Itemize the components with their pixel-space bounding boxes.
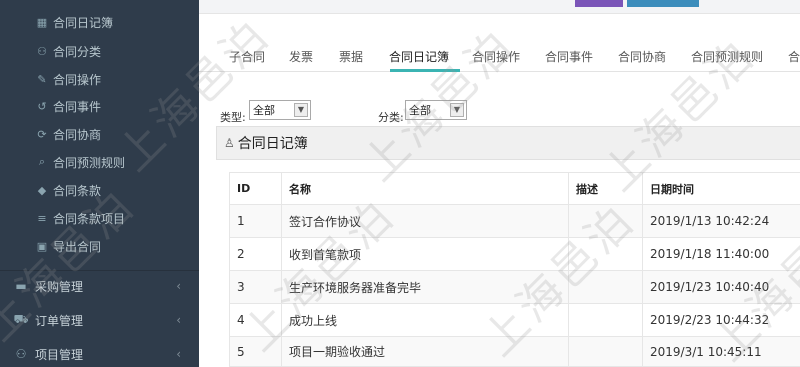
tab-contract-event[interactable]: 合同事件 [545,48,593,65]
sidebar-item-label: 合同操作 [53,72,102,87]
table-row[interactable]: 5 项目一期验收通过 2019/3/1 10:45:11 [229,337,800,367]
toolbar-button-blue[interactable] [627,0,699,7]
sidebar-item-contract-forecast-rules[interactable]: ⌕ 合同预测规则 [0,149,199,175]
cell-name: 成功上线 [281,304,568,336]
undo-icon: ↺ [37,99,47,113]
panel-title: 合同日记簿 [237,136,308,152]
sidebar: ▦ 合同日记簿 ⚇ 合同分类 ✎ 合同操作 ↺ 合同事件 ⟳ 合同协商 ⌕ 合同… [0,0,199,367]
column-header-name[interactable]: 名称 [281,173,568,204]
cell-name: 签订合作协议 [281,205,568,237]
tab-contract-negotiation[interactable]: 合同协商 [618,48,666,65]
column-header-datetime[interactable]: 日期时间 [642,173,800,204]
sidebar-item-label: 采购管理 [35,279,84,294]
cell-datetime: 2019/1/23 10:40:40 [642,271,800,303]
sidebar-item-contract-term-items[interactable]: ≡ 合同条款项目 [0,205,199,231]
table-header-row: ID 名称 描述 日期时间 [229,172,800,205]
sidebar-item-label: 合同条款项目 [53,211,126,226]
category-filter-label: 分类: [378,111,404,124]
cell-id: 1 [229,205,281,237]
tab-contract-forecast-rules[interactable]: 合同预测规则 [691,48,763,65]
tags-icon: ◆ [37,183,47,197]
cell-id: 2 [229,238,281,270]
cell-description [568,271,642,303]
top-toolbar [199,0,800,14]
cell-name: 收到首笔款项 [281,238,568,270]
sidebar-item-contract-negotiation[interactable]: ⟳ 合同协商 [0,121,199,147]
column-header-id[interactable]: ID [229,173,281,204]
cell-id: 3 [229,271,281,303]
sidebar-item-label: 项目管理 [35,347,84,362]
cell-description [568,304,642,336]
table-row[interactable]: 3 生产环境服务器准备完毕 2019/1/23 10:40:40 [229,271,800,304]
type-filter-value: 全部 [253,104,275,117]
sidebar-item-label: 导出合同 [53,239,102,254]
tab-contract-journal[interactable]: 合同日记簿 [389,48,449,65]
sidebar-item-label: 合同分类 [53,44,102,59]
cell-description [568,238,642,270]
cell-datetime: 2019/3/1 10:45:11 [642,337,800,366]
main-content: 子合同 发票 票据 合同日记簿 合同操作 合同事件 合同协商 合同预测规则 合 … [199,0,800,367]
tab-bar: 子合同 发票 票据 合同日记簿 合同操作 合同事件 合同协商 合同预测规则 合 [199,40,800,72]
tab-bill[interactable]: 票据 [339,48,363,65]
wrench-icon: ✎ [37,72,47,86]
list-icon: ≡ [37,211,47,225]
tab-contract-more[interactable]: 合 [788,48,800,65]
sidebar-item-contract-terms[interactable]: ◆ 合同条款 [0,177,199,203]
active-tab-indicator [390,69,460,72]
column-header-description[interactable]: 描述 [568,173,642,204]
cell-description [568,337,642,366]
export-icon: ▣ [36,239,48,253]
cell-name: 项目一期验收通过 [281,337,568,366]
cell-id: 5 [229,337,281,366]
tab-contract-operation[interactable]: 合同操作 [472,48,520,65]
sitemap-icon: ⚇ [37,44,47,58]
type-filter-label: 类型: [220,111,246,124]
chevron-left-icon: ‹ [176,279,181,293]
refresh-icon: ⟳ [37,127,47,141]
table-row[interactable]: 2 收到首笔款项 2019/1/18 11:40:00 [229,238,800,271]
chevron-left-icon: ‹ [176,347,181,361]
cell-datetime: 2019/1/18 11:40:00 [642,238,800,270]
sidebar-item-procurement[interactable]: ▬ 采购管理 ‹ [0,269,199,303]
sidebar-item-label: 合同协商 [53,127,102,142]
cell-name: 生产环境服务器准备完毕 [281,271,568,303]
sidebar-item-contract-operation[interactable]: ✎ 合同操作 [0,66,199,92]
search-icon: ⌕ [38,155,46,168]
panel-header: ♙ 合同日记簿 [216,126,800,160]
sidebar-item-projects[interactable]: ⚇ 项目管理 ‹ [0,337,199,367]
filter-bar: 类型: 全部 ▼ 分类: 全部 ▼ [199,100,800,124]
cell-datetime: 2019/1/13 10:42:24 [642,205,800,237]
sidebar-item-orders[interactable]: ⛟ 订单管理 ‹ [0,303,199,337]
sidebar-item-label: 订单管理 [35,313,84,328]
category-filter-value: 全部 [409,104,431,117]
sidebar-item-export-contracts[interactable]: ▣ 导出合同 [0,233,199,259]
tab-invoice[interactable]: 发票 [289,48,313,65]
table-row[interactable]: 1 签订合作协议 2019/1/13 10:42:24 [229,205,800,238]
sitemap-icon: ⚇ [15,347,27,361]
chevron-down-icon: ▼ [450,103,464,117]
sidebar-item-label: 合同条款 [53,183,102,198]
archive-icon: ▬ [15,279,27,293]
sidebar-item-label: 合同日记簿 [53,15,114,30]
category-filter-select[interactable]: 全部 ▼ [405,100,467,120]
toolbar-button-purple[interactable] [575,0,623,7]
type-filter-select[interactable]: 全部 ▼ [249,100,311,120]
sidebar-item-contract-journal[interactable]: ▦ 合同日记簿 [0,9,199,35]
chevron-left-icon: ‹ [176,313,181,327]
sidebar-item-contract-category[interactable]: ⚇ 合同分类 [0,38,199,64]
sidebar-item-contract-event[interactable]: ↺ 合同事件 [0,93,199,119]
user-icon: ♙ [224,136,235,150]
table-row[interactable]: 4 成功上线 2019/2/23 10:44:32 [229,304,800,337]
sidebar-item-label: 合同事件 [53,99,102,114]
cell-id: 4 [229,304,281,336]
cell-description [568,205,642,237]
calendar-icon: ▦ [36,15,48,29]
cart-icon: ⛟ [13,312,29,326]
cell-datetime: 2019/2/23 10:44:32 [642,304,800,336]
sidebar-item-label: 合同预测规则 [53,155,126,170]
chevron-down-icon: ▼ [294,103,308,117]
tab-sub-contract[interactable]: 子合同 [229,48,265,65]
